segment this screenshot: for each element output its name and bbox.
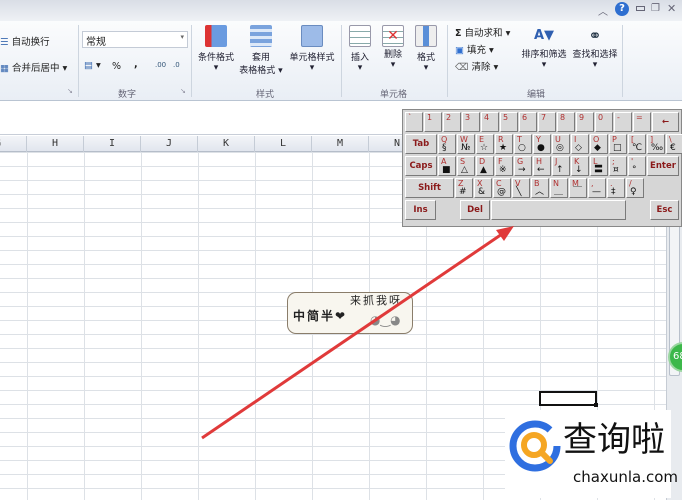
- arrow-head: [496, 226, 514, 241]
- logo-name: 查询啦: [563, 420, 665, 460]
- watermark-logo: 查询啦 chaxunla.com: [505, 410, 678, 498]
- logo-url: chaxunla.com: [573, 468, 678, 486]
- logo-q-icon: [509, 420, 561, 472]
- arrow-line: [201, 230, 506, 440]
